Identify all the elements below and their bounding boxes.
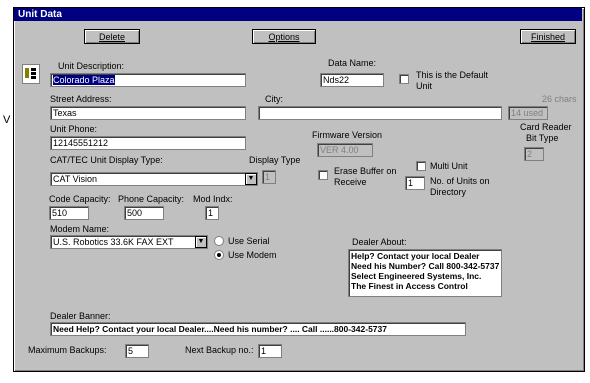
default-unit-label-2: Unit (416, 81, 433, 91)
use-modem-label: Use Modem (228, 250, 277, 260)
max-backups-label: Maximum Backups: (28, 345, 107, 355)
street-address-input[interactable]: Texas (50, 106, 246, 120)
city-label: City: (265, 94, 283, 104)
unit-description-input[interactable]: Colorado Plaza (50, 73, 246, 87)
unit-phone-label: Unit Phone: (50, 124, 98, 134)
data-name-input[interactable]: Nds22 (320, 73, 384, 87)
stray-text: V (3, 114, 11, 126)
erase-buffer-label-1: Erase Buffer on (334, 166, 397, 176)
num-units-label-1: No. of Units on (430, 176, 490, 186)
unit-description-label: Unit Description: (58, 61, 125, 71)
dealer-banner-label: Dealer Banner: (50, 311, 111, 321)
multi-unit-checkbox[interactable] (416, 161, 426, 171)
dealer-about-line: Need his Number? Call 800-342-5737 (351, 261, 500, 271)
card-reader-label-1: Card Reader (520, 122, 572, 132)
default-unit-label-1: This is the Default (416, 70, 489, 80)
unit-phone-input[interactable]: 12145551212 (50, 136, 246, 150)
num-units-label-2: Directory (430, 187, 467, 197)
phone-capacity-input[interactable]: 500 (124, 206, 164, 220)
dealer-about-label: Dealer About: (352, 237, 407, 247)
max-backups-input[interactable]: 5 (125, 344, 149, 358)
card-reader-label-2: Bit Type (526, 133, 559, 143)
next-backup-input[interactable]: 1 (258, 344, 282, 358)
use-serial-radio[interactable] (214, 236, 224, 246)
multi-unit-label: Multi Unit (430, 161, 468, 171)
code-capacity-input[interactable]: 510 (49, 206, 89, 220)
next-backup-label: Next Backup no.: (185, 345, 254, 355)
modem-name-label: Modem Name: (50, 224, 110, 234)
dealer-about-line: Select Engineered Systems, Inc. (351, 271, 482, 281)
firmware-field: VER 4.00 (317, 143, 373, 157)
mod-indx-label: Mod Indx: (193, 194, 233, 204)
display-type-dropdown-icon[interactable]: ▼ (245, 173, 257, 185)
num-units-input[interactable]: 1 (405, 176, 425, 190)
window-title: Unit Data (14, 8, 582, 21)
use-modem-radio[interactable] (214, 250, 224, 260)
erase-buffer-checkbox[interactable] (318, 170, 328, 180)
delete-button[interactable]: Delete (84, 29, 140, 44)
unit-icon (22, 64, 40, 84)
erase-buffer-label-2: Receive (334, 177, 367, 187)
options-button[interactable]: Options (252, 29, 316, 44)
card-reader-bit-type-field: 2 (524, 147, 544, 161)
use-serial-label: Use Serial (228, 236, 270, 246)
display-type-select[interactable]: CAT Vision (50, 172, 258, 186)
firmware-label: Firmware Version (312, 130, 383, 140)
modem-dropdown-icon[interactable]: ▼ (195, 236, 207, 248)
street-address-label: Street Address: (50, 94, 112, 104)
city-input[interactable] (258, 106, 502, 120)
code-capacity-label: Code Capacity: (49, 194, 111, 204)
finished-button[interactable]: Finished (520, 29, 576, 44)
chars-limit-label: 26 chars (542, 94, 577, 104)
data-name-label: Data Name: (328, 58, 377, 68)
dealer-about-line: The Finest in Access Control (351, 281, 468, 291)
modem-name-select[interactable]: U.S. Robotics 33.6K FAX EXT (50, 235, 208, 249)
display-type-select-label: CAT/TEC Unit Display Type: (50, 155, 163, 165)
chars-used-field: 14 used (508, 106, 548, 120)
mod-indx-input[interactable]: 1 (205, 206, 219, 220)
phone-capacity-label: Phone Capacity: (118, 194, 185, 204)
display-type-field: 1 (262, 170, 276, 184)
default-unit-checkbox[interactable] (399, 74, 409, 84)
display-type-label: Display Type (249, 155, 301, 165)
dealer-about-textarea[interactable]: Help? Contact your local Dealer Need his… (348, 249, 502, 297)
dealer-banner-input[interactable]: Need Help? Contact your local Dealer....… (50, 322, 466, 336)
dealer-about-line: Help? Contact your local Dealer (351, 251, 480, 261)
